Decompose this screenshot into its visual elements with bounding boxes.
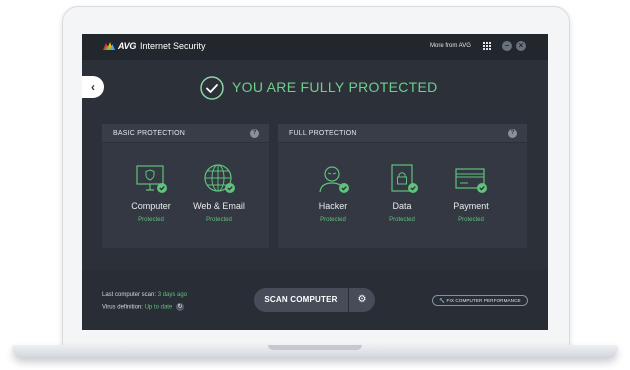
wrench-icon: 🔧 bbox=[439, 298, 446, 303]
item-name: Data bbox=[392, 201, 412, 211]
panel-header: BASIC PROTECTION ? bbox=[102, 124, 269, 143]
panel-title: FULL PROTECTION bbox=[289, 130, 357, 137]
laptop-notch bbox=[268, 345, 362, 350]
more-from-avg-link[interactable]: More from AVG bbox=[430, 43, 471, 49]
back-button[interactable]: ‹ bbox=[82, 76, 104, 98]
panel-header: FULL PROTECTION ? bbox=[278, 124, 527, 143]
last-scan-label: Last computer scan: bbox=[102, 292, 157, 298]
full-protection-panel: FULL PROTECTION ? Hacker Protected Data … bbox=[278, 124, 527, 248]
web-email-protection-tile[interactable]: Web & Email Protected bbox=[184, 162, 254, 223]
item-name: Computer bbox=[131, 201, 171, 211]
footer-bar: Last computer scan: 3 days ago Virus def… bbox=[82, 270, 548, 330]
fix-computer-performance-button[interactable]: 🔧 FIX COMPUTER PERFORMANCE bbox=[432, 295, 528, 306]
virus-definition-value: Up to date bbox=[144, 304, 173, 311]
monitor-shield-icon bbox=[136, 165, 167, 193]
last-scan-value[interactable]: 3 days ago bbox=[158, 292, 187, 298]
item-status: Protected bbox=[206, 217, 232, 223]
title-bar: AVG Internet Security More from AVG – × bbox=[82, 34, 548, 60]
close-button[interactable]: × bbox=[516, 41, 526, 51]
item-status: Protected bbox=[389, 217, 415, 223]
hacker-icon bbox=[319, 166, 349, 193]
refresh-icon[interactable]: ↻ bbox=[175, 303, 184, 311]
item-name: Hacker bbox=[318, 201, 348, 211]
protection-status-headline: YOU ARE FULLY PROTECTED bbox=[232, 79, 438, 95]
brand-name: AVG bbox=[118, 41, 137, 51]
avg-logo-icon bbox=[103, 42, 115, 50]
computer-protection-tile[interactable]: Computer Protected bbox=[116, 162, 186, 223]
last-scan-info: Last computer scan: 3 days ago bbox=[102, 292, 187, 298]
virus-definition-info: Virus definition: Up to date ↻ bbox=[102, 303, 184, 311]
minimize-button[interactable]: – bbox=[502, 41, 512, 51]
virus-definition-label: Virus definition: bbox=[102, 304, 143, 311]
item-name: Payment bbox=[453, 201, 489, 211]
item-status: Protected bbox=[138, 217, 164, 223]
credit-card-icon bbox=[455, 168, 487, 193]
help-icon[interactable]: ? bbox=[508, 129, 517, 138]
scan-computer-button[interactable]: SCAN COMPUTER bbox=[254, 288, 348, 312]
hacker-protection-tile[interactable]: Hacker Protected bbox=[298, 162, 368, 223]
item-status: Protected bbox=[458, 217, 484, 223]
basic-protection-panel: BASIC PROTECTION ? Computer Protected We… bbox=[102, 124, 269, 248]
item-name: Web & Email bbox=[193, 201, 245, 211]
app-window: AVG Internet Security More from AVG – × … bbox=[82, 34, 548, 330]
fix-button-label: FIX COMPUTER PERFORMANCE bbox=[446, 298, 521, 303]
lock-file-icon bbox=[391, 164, 418, 193]
scan-settings-gear-icon[interactable]: ⚙ bbox=[349, 288, 375, 312]
product-name: Internet Security bbox=[140, 41, 206, 51]
panel-title: BASIC PROTECTION bbox=[113, 130, 186, 137]
item-status: Protected bbox=[320, 217, 346, 223]
globe-icon bbox=[204, 164, 235, 193]
app-grid-icon[interactable] bbox=[483, 42, 491, 50]
payment-protection-tile[interactable]: Payment Protected bbox=[436, 162, 506, 223]
status-check-icon bbox=[200, 76, 224, 100]
data-protection-tile[interactable]: Data Protected bbox=[367, 162, 437, 223]
help-icon[interactable]: ? bbox=[250, 129, 259, 138]
